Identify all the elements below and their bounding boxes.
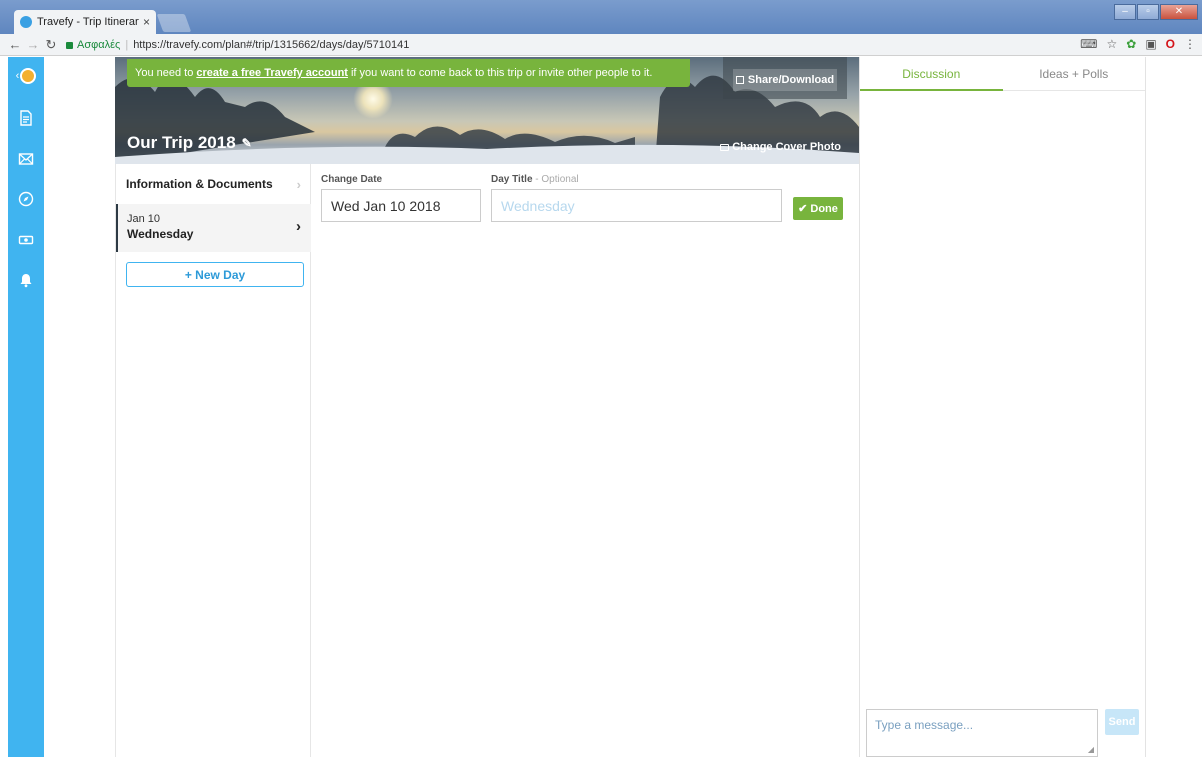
send-button[interactable]: Send	[1105, 709, 1139, 735]
info-documents-label: Information & Documents	[126, 177, 273, 191]
tab-ideas-polls[interactable]: Ideas + Polls	[1003, 57, 1146, 90]
bell-icon[interactable]	[8, 267, 44, 293]
opera-icon[interactable]: O	[1166, 37, 1175, 51]
bookmark-star-icon[interactable]: ☆	[1106, 37, 1117, 51]
extensions-area: ⌨ ☆ ✿ ▣ O ⋮	[1071, 37, 1196, 51]
profile-toggle[interactable]: ‹	[8, 63, 44, 89]
new-day-button[interactable]: + New Day	[126, 262, 304, 287]
day-title-label: Day Title - Optional	[491, 174, 579, 185]
change-cover-button[interactable]: Change Cover Photo	[720, 141, 841, 153]
menu-dots-icon[interactable]: ⋮	[1184, 37, 1196, 51]
tab-title: Travefy - Trip Itinerary	[37, 16, 139, 28]
mail-icon[interactable]	[8, 146, 44, 172]
trip-title-text: Our Trip 2018	[127, 133, 236, 152]
address-separator: |	[125, 38, 129, 51]
create-account-link[interactable]: create a free Travefy account	[196, 67, 348, 79]
chevron-right-icon: ›	[296, 176, 301, 192]
day-edit-form: Change Date Day Title - Optional Wed Jan…	[311, 164, 859, 757]
camera-icon	[720, 143, 730, 151]
optional-label: - Optional	[535, 174, 579, 185]
lock-icon	[66, 42, 73, 49]
panel-tabs: Discussion Ideas + Polls	[860, 57, 1145, 91]
address-bar[interactable]: Ασφαλές | https://travefy.com/plan#/trip…	[66, 39, 409, 51]
day-list: Information & Documents › Jan 10 Wednesd…	[115, 164, 311, 757]
maximize-button[interactable]: ▫	[1137, 4, 1159, 20]
message-placeholder: Type a message...	[875, 718, 974, 732]
browser-toolbar: ← → ↻ Ασφαλές | https://travefy.com/plan…	[0, 34, 1202, 56]
change-date-label: Change Date	[321, 174, 383, 185]
extension-icon[interactable]: ✿	[1126, 37, 1136, 51]
day-title-input[interactable]: Wednesday	[491, 189, 782, 222]
done-button[interactable]: ✔ Done	[793, 197, 843, 220]
travefy-favicon-icon	[20, 16, 32, 28]
day-name: Wednesday	[127, 227, 194, 241]
discussion-panel: Discussion Ideas + Polls Type a message.…	[859, 57, 1146, 757]
window-controls: – ▫ ✕	[1113, 4, 1198, 20]
new-tab-button[interactable]	[156, 14, 192, 32]
compass-icon[interactable]	[8, 186, 44, 212]
translate-icon[interactable]: ⌨	[1080, 37, 1097, 51]
share-label: Share/Download	[747, 74, 835, 86]
browser-titlebar: Travefy - Trip Itinerary × – ▫ ✕	[0, 0, 1202, 34]
day-item[interactable]: Jan 10 Wednesday ›	[116, 204, 311, 252]
back-icon[interactable]: ←	[6, 37, 24, 52]
close-window-button[interactable]: ✕	[1160, 4, 1198, 20]
avatar	[20, 68, 37, 84]
pencil-icon[interactable]: ✎	[242, 136, 252, 150]
share-download-button[interactable]: Share/Download	[733, 69, 837, 91]
browser-tab[interactable]: Travefy - Trip Itinerary ×	[14, 10, 156, 34]
cover-photo: You need to create a free Travefy accoun…	[115, 57, 859, 164]
message-input[interactable]: Type a message... ◢	[866, 709, 1098, 757]
day-title-label-text: Day Title	[491, 174, 533, 185]
info-documents-item[interactable]: Information & Documents ›	[116, 164, 311, 204]
share-area: Share/Download	[723, 57, 847, 99]
chevron-left-icon: ‹	[15, 70, 20, 82]
resize-handle-icon[interactable]: ◢	[1088, 745, 1094, 754]
date-input[interactable]: Wed Jan 10 2018	[321, 189, 481, 222]
reload-icon[interactable]: ↻	[42, 37, 60, 53]
chevron-right-icon: ›	[296, 218, 301, 235]
forward-icon[interactable]: →	[24, 37, 42, 52]
secure-label: Ασφαλές	[77, 38, 121, 51]
share-icon	[735, 76, 744, 84]
tab-discussion[interactable]: Discussion	[860, 57, 1003, 91]
document-icon[interactable]	[8, 105, 44, 131]
app-sidebar: ‹	[8, 57, 44, 757]
extension-gray-icon[interactable]: ▣	[1145, 37, 1156, 51]
change-cover-label: Change Cover Photo	[732, 141, 841, 153]
minimize-button[interactable]: –	[1114, 4, 1136, 20]
day-date: Jan 10	[127, 213, 161, 225]
trip-title[interactable]: Our Trip 2018 ✎	[127, 133, 252, 153]
account-banner: You need to create a free Travefy accoun…	[127, 59, 690, 87]
money-icon[interactable]	[8, 227, 44, 253]
url-text[interactable]: https://travefy.com/plan#/trip/1315662/d…	[133, 39, 409, 51]
banner-suffix: if you want to come back to this trip or…	[350, 67, 653, 79]
banner-prefix: You need to	[135, 67, 194, 79]
tab-close-icon[interactable]: ×	[143, 15, 150, 29]
